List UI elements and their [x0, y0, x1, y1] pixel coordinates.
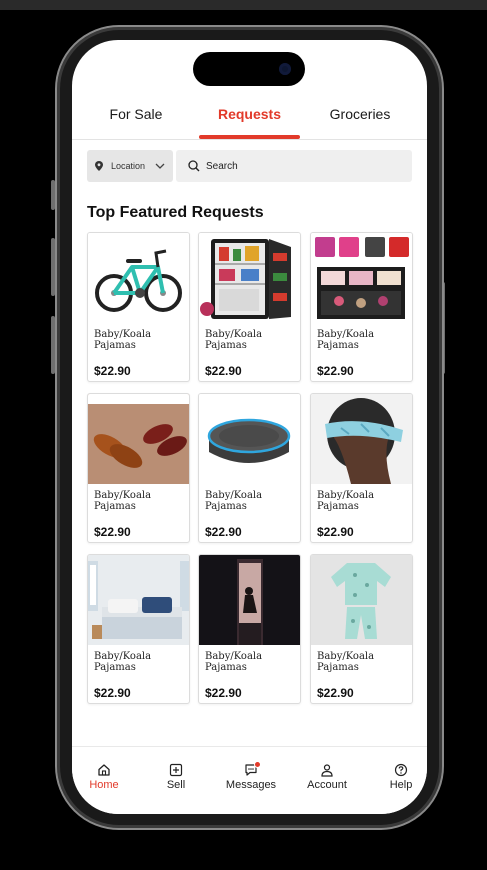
nav-home[interactable]: Home	[82, 763, 126, 791]
product-name: Baby/Koala Pajamas	[94, 490, 152, 512]
user-icon	[321, 764, 333, 777]
location-pin-icon	[95, 161, 103, 171]
product-name: Baby/Koala Pajamas	[317, 490, 375, 512]
nav-home-label: Home	[89, 779, 119, 791]
product-name: Baby/Koala Pajamas	[205, 651, 263, 673]
product-price: $22.90	[317, 525, 354, 539]
section-title: Top Featured Requests	[87, 204, 264, 221]
pajamas-image	[311, 555, 412, 645]
product-price: $22.90	[94, 525, 131, 539]
help-icon	[394, 763, 408, 777]
location-dropdown[interactable]: Location	[87, 150, 173, 182]
product-card[interactable]: Baby/Koala Pajamas $22.90	[198, 554, 301, 704]
category-tabs: For Sale Requests Groceries	[72, 98, 427, 140]
product-name: Baby/Koala Pajamas	[94, 329, 152, 351]
product-price: $22.90	[317, 364, 354, 378]
tab-for-sale[interactable]: For Sale	[94, 106, 178, 122]
nav-messages-label: Messages	[225, 779, 277, 791]
smart-speaker-image	[199, 394, 300, 484]
nav-sell[interactable]: Sell	[158, 763, 194, 791]
product-name: Baby/Koala Pajamas	[317, 329, 375, 351]
nav-help-label: Help	[389, 779, 413, 791]
product-name: Baby/Koala Pajamas	[205, 329, 263, 351]
bicycle-image	[88, 233, 189, 323]
product-card[interactable]: Baby/Koala Pajamas $22.90	[198, 393, 301, 543]
location-label: Location	[111, 161, 146, 171]
product-card[interactable]: Baby/Koala Pajamas $22.90	[198, 232, 301, 382]
makeup-case-image	[311, 233, 412, 323]
product-price: $22.90	[205, 525, 242, 539]
home-icon	[98, 764, 110, 776]
product-card[interactable]: Baby/Koala Pajamas $22.90	[87, 393, 190, 543]
notification-badge	[254, 761, 261, 768]
dress-shoes-image	[88, 394, 189, 484]
chevron-down-icon	[155, 163, 165, 169]
headband-image	[311, 394, 412, 484]
dark-scene-image	[199, 555, 300, 645]
product-price: $22.90	[94, 686, 131, 700]
mini-fridge-image	[199, 233, 300, 323]
product-card[interactable]: Baby/Koala Pajamas $22.90	[87, 554, 190, 704]
phone-screen: For Sale Requests Groceries Location Sea…	[72, 40, 427, 814]
window-top-bar	[0, 0, 487, 10]
product-card[interactable]: Baby/Koala Pajamas $22.90	[310, 232, 413, 382]
bottom-navigation: Home Sell Messages Account Help	[72, 746, 427, 814]
nav-messages[interactable]: Messages	[222, 761, 280, 791]
nav-sell-label: Sell	[166, 779, 186, 791]
active-tab-indicator	[199, 135, 300, 139]
bedroom-image	[88, 555, 189, 645]
product-card[interactable]: Baby/Koala Pajamas $22.90	[87, 232, 190, 382]
product-card[interactable]: Baby/Koala Pajamas $22.90	[310, 554, 413, 704]
dynamic-island	[193, 52, 305, 86]
tab-requests[interactable]: Requests	[199, 106, 300, 122]
search-icon	[188, 160, 200, 172]
product-name: Baby/Koala Pajamas	[94, 651, 152, 673]
product-price: $22.90	[317, 686, 354, 700]
nav-account[interactable]: Account	[302, 763, 352, 791]
nav-account-label: Account	[307, 779, 347, 791]
search-input[interactable]: Search	[176, 150, 412, 182]
product-name: Baby/Koala Pajamas	[317, 651, 375, 673]
camera-icon	[279, 63, 291, 75]
product-price: $22.90	[205, 686, 242, 700]
product-card[interactable]: Baby/Koala Pajamas $22.90	[310, 393, 413, 543]
tab-groceries[interactable]: Groceries	[318, 106, 402, 122]
nav-help[interactable]: Help	[384, 763, 418, 791]
search-placeholder: Search	[206, 160, 238, 172]
product-price: $22.90	[205, 364, 242, 378]
plus-square-icon	[169, 763, 183, 777]
product-name: Baby/Koala Pajamas	[205, 490, 263, 512]
product-price: $22.90	[94, 364, 131, 378]
